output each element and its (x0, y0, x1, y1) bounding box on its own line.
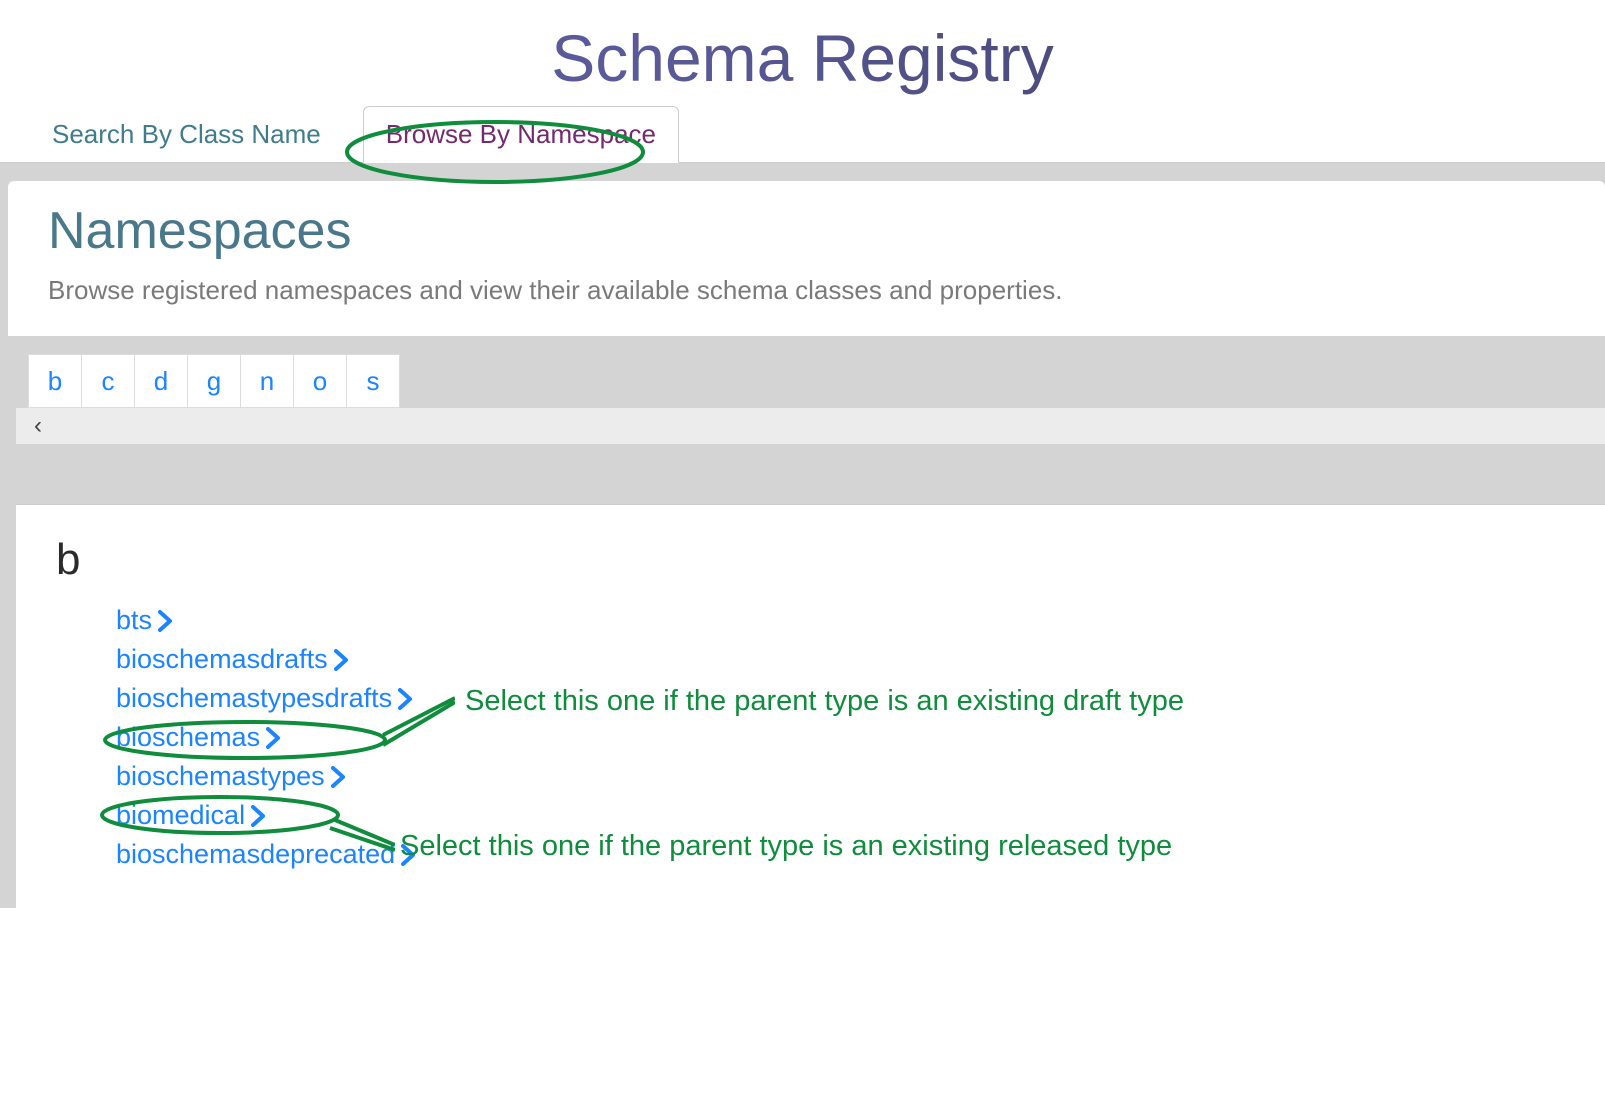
section-desc: Browse registered namespaces and view th… (48, 275, 1565, 306)
chevron-right-icon (334, 649, 350, 671)
alpha-c[interactable]: c (81, 354, 135, 408)
alpha-s[interactable]: s (346, 354, 400, 408)
namespace-link-bioschemastypesdrafts[interactable]: bioschemastypesdrafts (116, 683, 392, 714)
namespace-link-biomedical[interactable]: biomedical (116, 800, 245, 831)
namespace-item: bts (116, 605, 1565, 636)
namespace-item: biomedical (116, 800, 1565, 831)
alpha-o[interactable]: o (293, 354, 347, 408)
tab-search-by-class-name[interactable]: Search By Class Name (30, 107, 343, 162)
namespace-list-panel: b bts bioschemasdrafts bioschemastypesdr… (16, 504, 1605, 908)
intro-panel: Namespaces Browse registered namespaces … (8, 181, 1605, 336)
namespace-link-bts[interactable]: bts (116, 605, 152, 636)
tabs: Search By Class Name Browse By Namespace (0, 106, 1605, 163)
page-title: Schema Registry (0, 20, 1605, 96)
chevron-right-icon (331, 766, 347, 788)
chevron-left-icon: ‹ (34, 412, 42, 440)
namespace-link-bioschemastypes[interactable]: bioschemastypes (116, 761, 325, 792)
chevron-right-icon (158, 610, 174, 632)
tab-browse-by-namespace[interactable]: Browse By Namespace (363, 106, 679, 163)
chevron-right-icon (401, 844, 417, 866)
alpha-bar: b c d g n o s (16, 336, 1605, 408)
namespace-item: bioschemastypes (116, 761, 1565, 792)
alpha-b[interactable]: b (28, 354, 82, 408)
section-title: Namespaces (48, 201, 1565, 261)
pager-prev[interactable]: ‹ (16, 408, 1605, 444)
namespace-link-bioschemasdeprecated[interactable]: bioschemasdeprecated (116, 839, 395, 870)
gray-spacer (8, 444, 1605, 504)
letter-heading: b (56, 535, 1565, 585)
chevron-right-icon (251, 805, 267, 827)
content-area: Namespaces Browse registered namespaces … (0, 163, 1605, 908)
alpha-n[interactable]: n (240, 354, 294, 408)
alpha-bar-wrap: b c d g n o s ‹ (8, 336, 1605, 444)
namespace-item: bioschemasdeprecated (116, 839, 1565, 870)
namespace-item: bioschemastypesdrafts (116, 683, 1565, 714)
namespace-link-bioschemas[interactable]: bioschemas (116, 722, 260, 753)
namespace-link-bioschemasdrafts[interactable]: bioschemasdrafts (116, 644, 328, 675)
alpha-d[interactable]: d (134, 354, 188, 408)
chevron-right-icon (266, 727, 282, 749)
alpha-g[interactable]: g (187, 354, 241, 408)
namespace-list: bts bioschemasdrafts bioschemastypesdraf… (56, 605, 1565, 870)
namespace-item: bioschemasdrafts (116, 644, 1565, 675)
chevron-right-icon (398, 688, 414, 710)
namespace-item: bioschemas (116, 722, 1565, 753)
